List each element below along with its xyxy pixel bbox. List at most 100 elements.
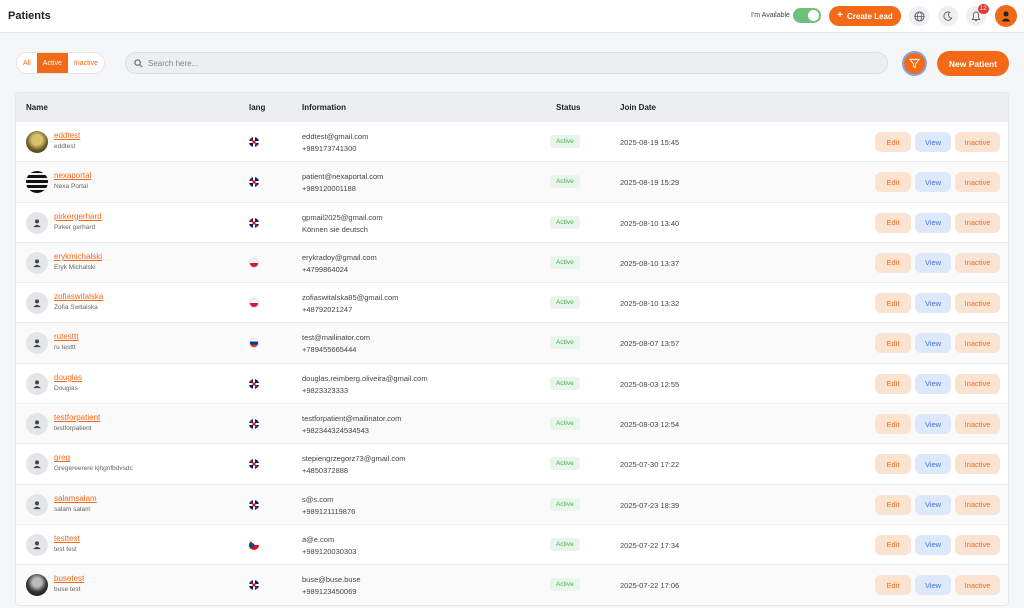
patient-username-link[interactable]: zofiaswitalska — [54, 292, 103, 301]
edit-button[interactable]: Edit — [875, 172, 911, 193]
column-header-status: Status — [556, 103, 581, 112]
patient-username-link[interactable]: pirkergerhard — [54, 212, 102, 221]
view-button[interactable]: View — [915, 373, 951, 394]
view-button[interactable]: View — [915, 414, 951, 435]
inactive-button[interactable]: Inactive — [955, 252, 1000, 273]
inactive-button[interactable]: Inactive — [955, 454, 1000, 475]
table-row: eddtest eddtest eddtest@gmail.com +98917374… — [16, 121, 1008, 162]
join-date: 2025-08-10 13:32 — [620, 299, 680, 309]
inactive-button[interactable]: Inactive — [955, 534, 1000, 555]
moon-icon — [943, 11, 953, 21]
new-patient-button[interactable]: New Patient — [937, 51, 1009, 76]
inactive-button[interactable]: Inactive — [955, 333, 1000, 354]
edit-button[interactable]: Edit — [875, 293, 911, 314]
tab-inactive[interactable]: Inactive — [68, 53, 104, 73]
view-button[interactable]: View — [915, 534, 951, 555]
join-date: 2025-07-30 17:22 — [620, 460, 680, 470]
table-row: testforpatient testforpatient testforpatie… — [16, 403, 1008, 444]
patient-email: testforpatient@mailinator.com — [302, 414, 402, 424]
view-button[interactable]: View — [915, 132, 951, 152]
patient-phone: +4799864024 — [302, 264, 349, 274]
view-button[interactable]: View — [915, 293, 951, 314]
inactive-button[interactable]: Inactive — [955, 494, 1000, 515]
patient-username-link[interactable]: eddtest — [54, 131, 80, 140]
top-bar: Patients I'm Available + Create Lead 12 — [0, 0, 1024, 33]
status-badge: Active — [550, 376, 580, 390]
patient-username-link[interactable]: erykmichalski — [54, 252, 102, 261]
inactive-button[interactable]: Inactive — [955, 414, 1000, 435]
column-header-information: Information — [302, 103, 346, 112]
edit-button[interactable]: Edit — [875, 373, 911, 394]
patient-avatar — [26, 131, 48, 153]
view-button[interactable]: View — [915, 575, 951, 596]
search-bar — [125, 52, 888, 74]
edit-button[interactable]: Edit — [875, 454, 911, 475]
patient-phone: +989173741300 — [302, 144, 357, 153]
view-button[interactable]: View — [915, 252, 951, 273]
status-badge: Active — [550, 497, 580, 511]
tab-active[interactable]: Active — [36, 53, 68, 73]
view-button[interactable]: View — [915, 172, 951, 193]
patient-username-link[interactable]: busetest — [54, 574, 84, 583]
filter-button[interactable] — [902, 51, 927, 76]
join-date: 2025-07-22 17:34 — [620, 540, 680, 550]
inactive-button[interactable]: Inactive — [955, 293, 1000, 314]
create-lead-label: Create Lead — [847, 11, 893, 21]
inactive-button[interactable]: Inactive — [955, 212, 1000, 233]
patient-username-link[interactable]: salamsalam — [54, 494, 97, 503]
patient-phone: +789455665444 — [302, 345, 357, 355]
page-title: Patients — [8, 10, 51, 22]
availability-toggle[interactable] — [793, 8, 821, 23]
patient-username-link[interactable]: rutesttt — [54, 332, 78, 341]
patient-username-link[interactable]: testforpatient — [54, 413, 100, 422]
patient-avatar — [26, 533, 48, 556]
edit-button[interactable]: Edit — [875, 575, 911, 596]
edit-button[interactable]: Edit — [875, 212, 911, 233]
patient-username-link[interactable]: nexaportal — [54, 171, 91, 180]
view-button[interactable]: View — [915, 494, 951, 515]
patient-fullname: Eryk Michalski — [54, 263, 96, 271]
status-badge: Active — [550, 417, 580, 431]
join-date: 2025-07-22 17:06 — [620, 581, 680, 591]
inactive-button[interactable]: Inactive — [955, 575, 1000, 596]
view-button[interactable]: View — [915, 212, 951, 233]
status-badge: Active — [550, 457, 580, 471]
search-icon — [134, 58, 143, 67]
person-icon — [33, 299, 41, 308]
patient-username-link[interactable]: greg — [54, 453, 70, 462]
patient-fullname: salam salam — [54, 505, 91, 513]
theme-toggle-button[interactable] — [938, 6, 958, 26]
create-lead-button[interactable]: + Create Lead — [829, 6, 901, 26]
search-input[interactable] — [148, 58, 848, 68]
language-flag-icon — [249, 580, 259, 591]
patient-fullname: buse test — [54, 586, 81, 594]
patient-phone: +48792021247 — [302, 305, 353, 315]
view-button[interactable]: View — [915, 333, 951, 354]
patient-email: patient@nexaportal.com — [302, 172, 384, 182]
patient-username-link[interactable]: testtest — [54, 534, 80, 543]
inactive-button[interactable]: Inactive — [955, 132, 1000, 152]
table-row: rutesttt ru testtt test@mailinator.com +789… — [16, 322, 1008, 363]
language-button[interactable] — [909, 6, 929, 26]
tab-all[interactable]: All — [17, 53, 37, 73]
patient-avatar — [26, 171, 48, 194]
patient-avatar — [26, 211, 48, 234]
patient-username-link[interactable]: douglas — [54, 373, 82, 382]
patient-email: a@e.com — [302, 534, 335, 544]
edit-button[interactable]: Edit — [875, 414, 911, 435]
edit-button[interactable]: Edit — [875, 534, 911, 555]
user-avatar[interactable] — [995, 5, 1017, 27]
patient-phone: +989120030303 — [302, 546, 357, 556]
edit-button[interactable]: Edit — [875, 132, 911, 152]
inactive-button[interactable]: Inactive — [955, 172, 1000, 193]
edit-button[interactable]: Edit — [875, 333, 911, 354]
patient-fullname: test test — [54, 545, 77, 553]
edit-button[interactable]: Edit — [875, 252, 911, 273]
table-row: salamsalam salam salam s@s.com +98912111987… — [16, 483, 1008, 524]
patient-avatar — [26, 292, 48, 315]
inactive-button[interactable]: Inactive — [955, 373, 1000, 394]
edit-button[interactable]: Edit — [875, 494, 911, 515]
status-badge: Active — [550, 296, 580, 310]
view-button[interactable]: View — [915, 454, 951, 475]
table-row: zofiaswitalska Zofia Switalska zofiaswital… — [16, 282, 1008, 323]
